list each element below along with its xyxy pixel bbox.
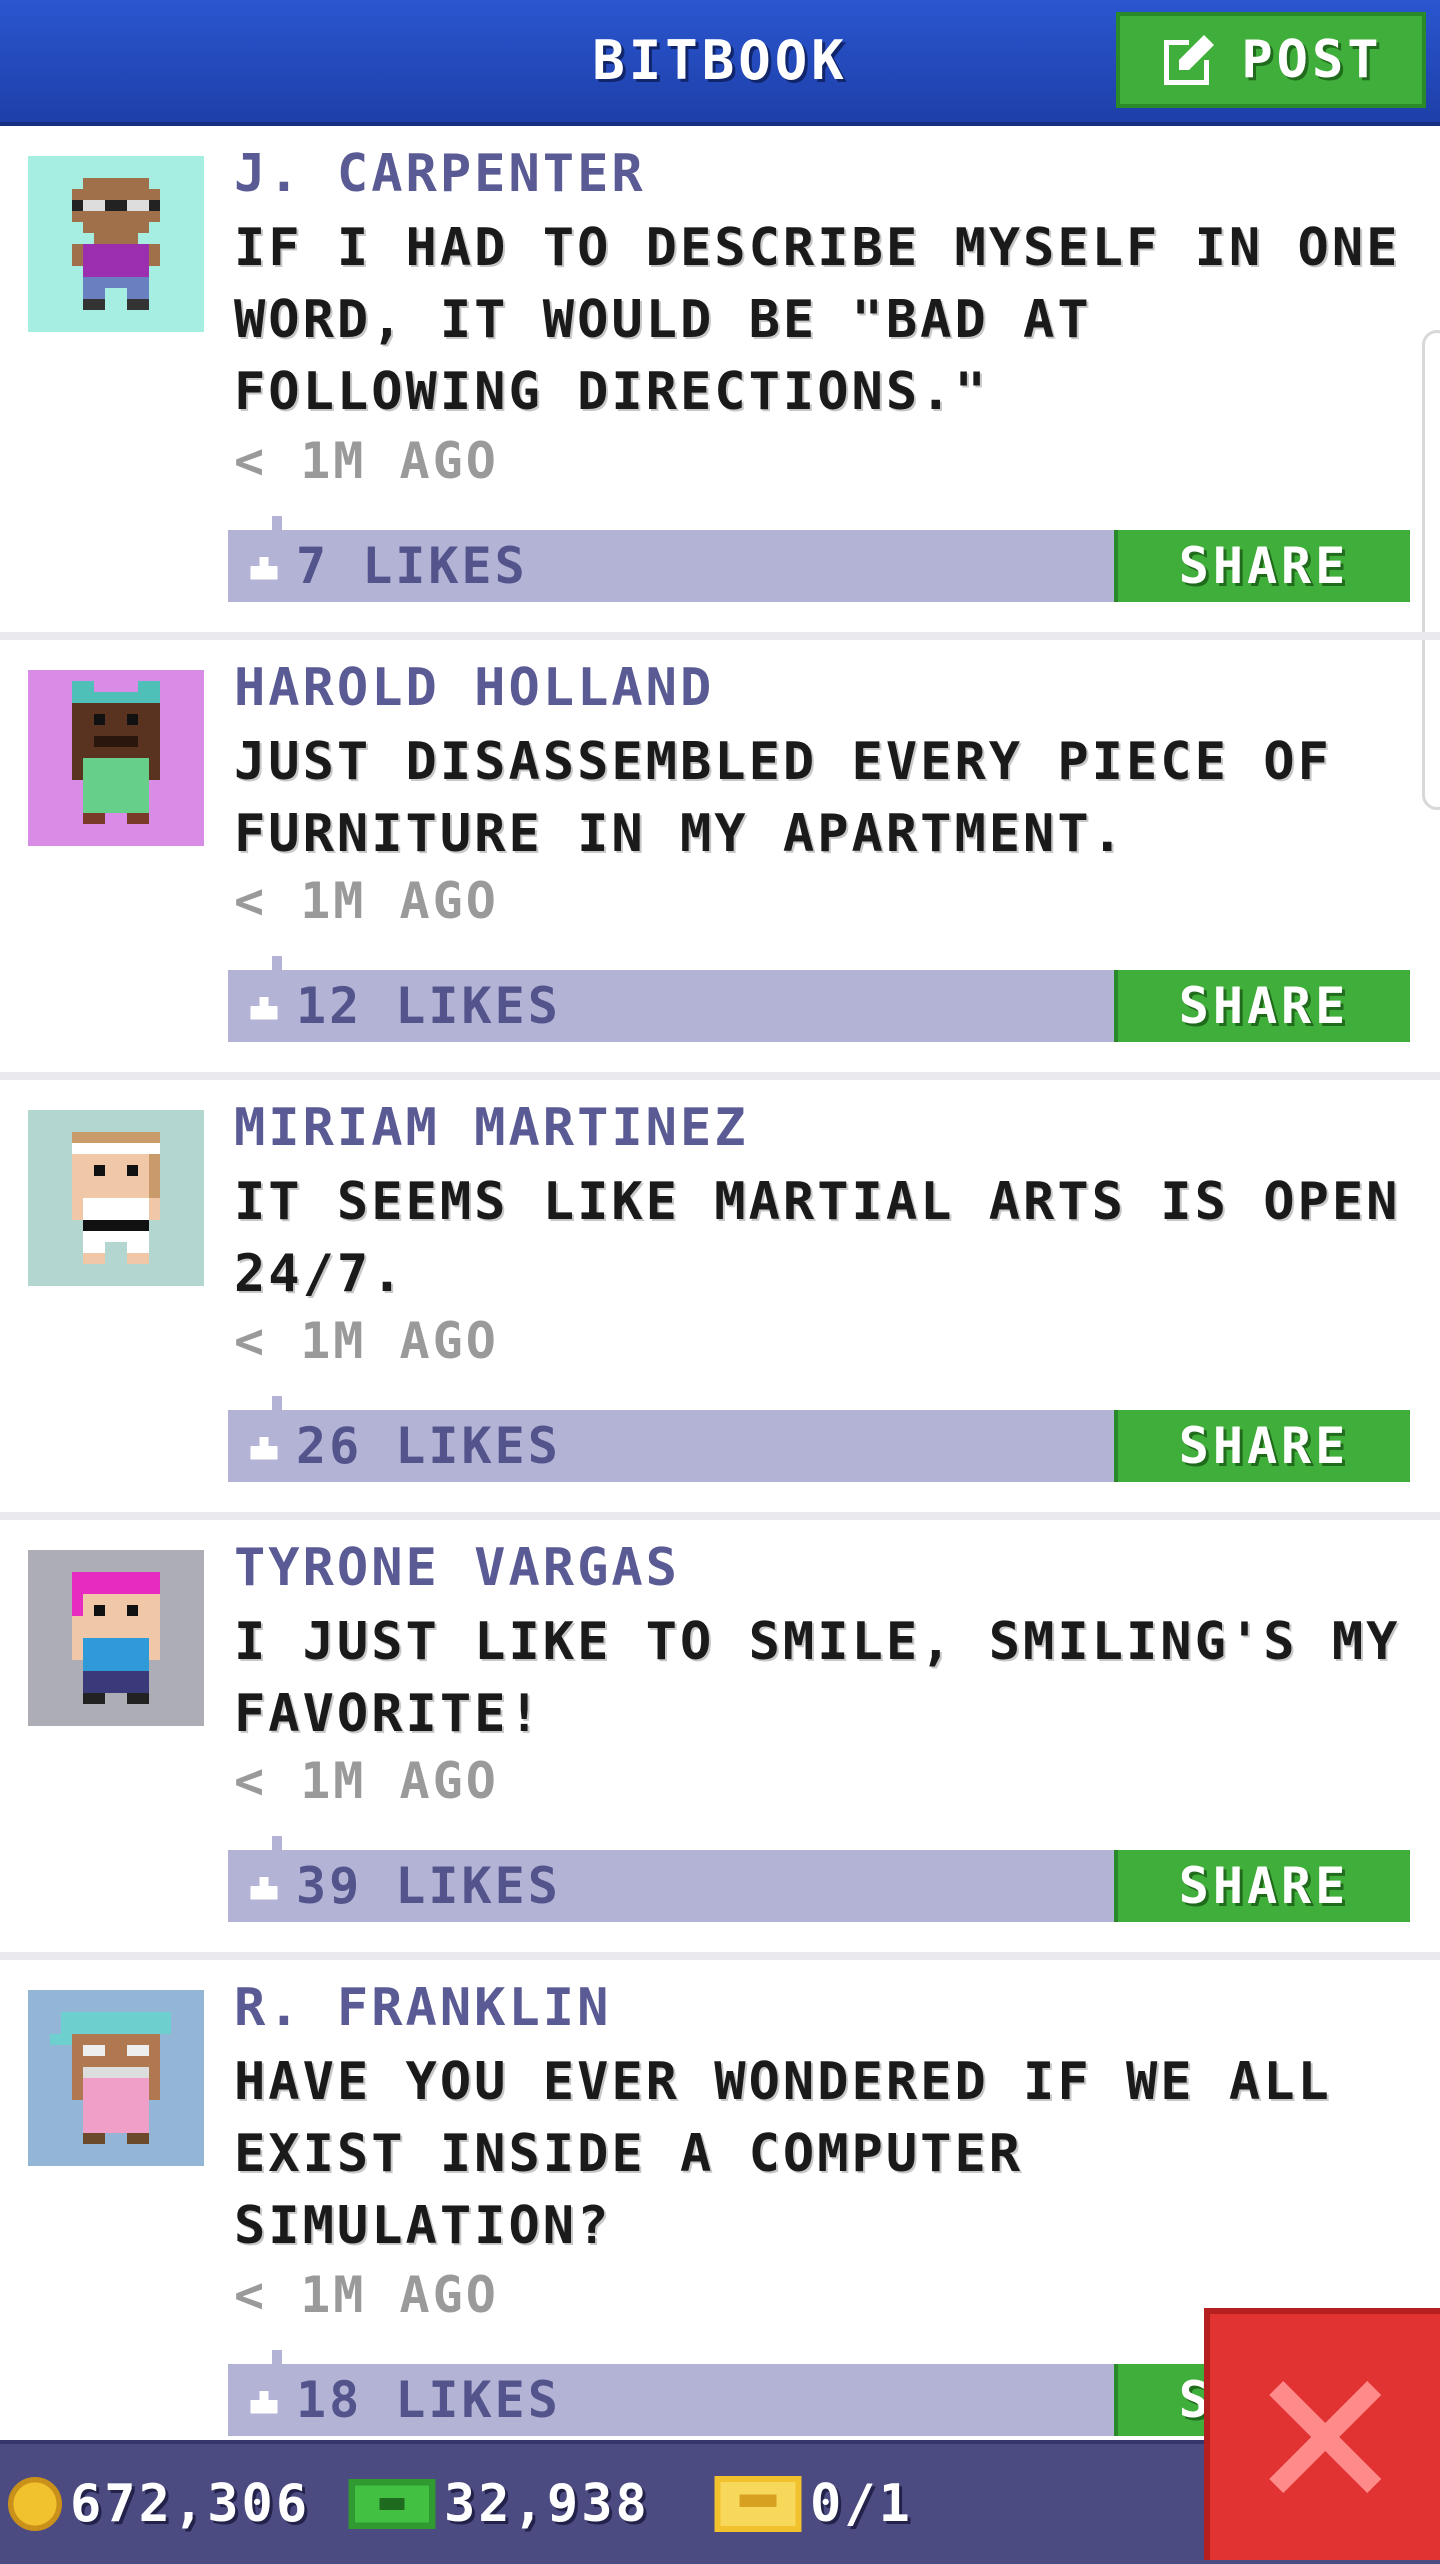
thumbs-up-icon bbox=[250, 997, 278, 1020]
post-message: IF I HAD TO DESCRIBE MYSELF IN ONE WORD,… bbox=[234, 218, 1401, 422]
share-button[interactable]: SHARE bbox=[1114, 970, 1410, 1042]
post-time: < 1M AGO bbox=[234, 2266, 499, 2324]
compose-icon bbox=[1164, 35, 1215, 85]
likes-count: 39 LIKES bbox=[296, 1857, 561, 1915]
post-author: MIRIAM MARTINEZ bbox=[234, 1098, 749, 1158]
post-time: < 1M AGO bbox=[234, 432, 499, 490]
post-time: < 1M AGO bbox=[234, 872, 499, 930]
post-author: HAROLD HOLLAND bbox=[234, 658, 715, 718]
avatar bbox=[28, 1990, 204, 2166]
avatar bbox=[28, 156, 204, 332]
feed-list: J. CARPENTER IF I HAD TO DESCRIBE MYSELF… bbox=[0, 126, 1440, 2480]
post-time: < 1M AGO bbox=[234, 1752, 499, 1810]
close-button[interactable] bbox=[1204, 2308, 1440, 2560]
likes-count: 26 LIKES bbox=[296, 1417, 561, 1475]
like-button[interactable]: 12 LIKES bbox=[246, 970, 561, 1042]
close-icon bbox=[1269, 2381, 1381, 2493]
like-button[interactable]: 26 LIKES bbox=[246, 1410, 561, 1482]
ticket-icon bbox=[714, 2476, 802, 2532]
likes-bar: 12 LIKES SHARE bbox=[228, 956, 1410, 1042]
share-button[interactable]: SHARE bbox=[1114, 1850, 1410, 1922]
likes-bar: 26 LIKES SHARE bbox=[228, 1396, 1410, 1482]
bux-count: 32,938 bbox=[444, 2474, 650, 2534]
likes-count: 18 LIKES bbox=[296, 2371, 561, 2429]
thumbs-up-icon bbox=[250, 1437, 278, 1460]
likes-bar: 7 LIKES SHARE bbox=[228, 516, 1410, 602]
avatar bbox=[28, 1550, 204, 1726]
avatar bbox=[28, 670, 204, 846]
feed-post: J. CARPENTER IF I HAD TO DESCRIBE MYSELF… bbox=[0, 126, 1440, 640]
coins-stat: 672,306 bbox=[8, 2444, 310, 2564]
likes-bar: 39 LIKES SHARE bbox=[228, 1836, 1410, 1922]
feed-post: TYRONE VARGAS I JUST LIKE TO SMILE, SMIL… bbox=[0, 1520, 1440, 1960]
post-message: I JUST LIKE TO SMILE, SMILING'S MY FAVOR… bbox=[234, 1612, 1401, 1744]
avatar bbox=[28, 1110, 204, 1286]
post-author: R. FRANKLIN bbox=[234, 1978, 612, 2038]
bux-stat: 32,938 bbox=[348, 2444, 650, 2564]
like-button[interactable]: 18 LIKES bbox=[246, 2364, 561, 2436]
post-time: < 1M AGO bbox=[234, 1312, 499, 1370]
like-button[interactable]: 39 LIKES bbox=[246, 1850, 561, 1922]
thumbs-up-icon bbox=[250, 1877, 278, 1900]
bux-icon bbox=[348, 2479, 436, 2529]
coin-icon bbox=[8, 2477, 62, 2531]
post-button[interactable]: POST bbox=[1116, 12, 1426, 108]
likes-count: 7 LIKES bbox=[296, 537, 528, 595]
feed-post: HAROLD HOLLAND JUST DISASSEMBLED EVERY P… bbox=[0, 640, 1440, 1080]
post-button-label: POST bbox=[1241, 30, 1383, 90]
coins-count: 672,306 bbox=[70, 2474, 311, 2534]
post-message: IT SEEMS LIKE MARTIAL ARTS IS OPEN 24/7. bbox=[234, 1172, 1401, 1304]
header-bar: BITBOOK POST bbox=[0, 0, 1440, 126]
thumbs-up-icon bbox=[250, 557, 278, 580]
post-message: HAVE YOU EVER WONDERED IF WE ALL EXIST I… bbox=[234, 2052, 1332, 2256]
post-message: JUST DISASSEMBLED EVERY PIECE OF FURNITU… bbox=[234, 732, 1332, 864]
post-author: J. CARPENTER bbox=[234, 144, 646, 204]
tickets-stat: 0/1 bbox=[714, 2444, 913, 2564]
thumbs-up-icon bbox=[250, 2391, 278, 2414]
share-button[interactable]: SHARE bbox=[1114, 1410, 1410, 1482]
like-button[interactable]: 7 LIKES bbox=[246, 530, 528, 602]
share-button[interactable]: SHARE bbox=[1114, 530, 1410, 602]
likes-count: 12 LIKES bbox=[296, 977, 561, 1035]
post-author: TYRONE VARGAS bbox=[234, 1538, 680, 1598]
tickets-count: 0/1 bbox=[810, 2474, 913, 2534]
feed-post: MIRIAM MARTINEZ IT SEEMS LIKE MARTIAL AR… bbox=[0, 1080, 1440, 1520]
